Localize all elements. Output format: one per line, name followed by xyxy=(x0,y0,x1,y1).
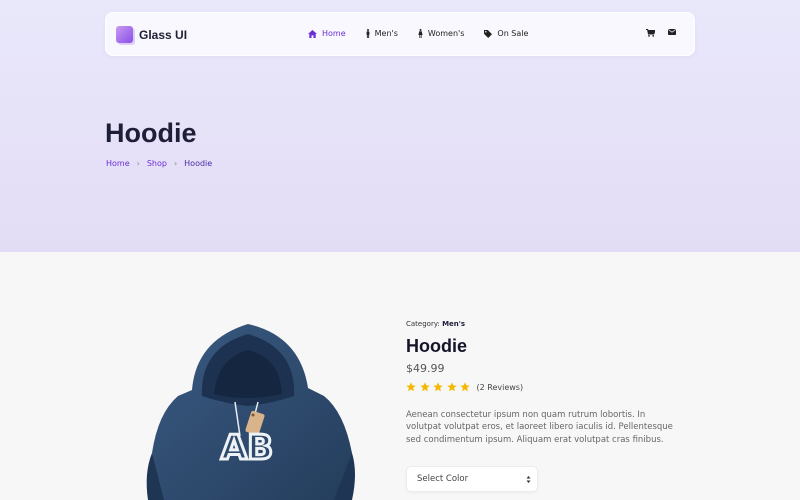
nav-label-home: Home xyxy=(322,29,346,38)
logo[interactable]: Glass UI xyxy=(116,26,187,43)
breadcrumb-current: Hoodie xyxy=(184,159,213,168)
hoodie-image: AB xyxy=(146,324,355,500)
nav-menu: Home Men's Women's On Sale xyxy=(308,29,548,38)
sort-arrows-icon xyxy=(526,475,531,487)
logo-cube-icon xyxy=(116,26,133,43)
product-title: Hoodie xyxy=(406,336,467,356)
breadcrumb-separator: › xyxy=(173,159,178,168)
tag-icon xyxy=(484,29,493,38)
star-icon xyxy=(460,382,470,392)
page-title: Hoodie xyxy=(105,118,197,148)
product-description: Aenean consectetur ipsum non quam rutrum… xyxy=(406,410,673,445)
product-price: $49.99 xyxy=(406,362,445,375)
star-icon xyxy=(433,382,443,392)
product-category: Category: Men's xyxy=(406,320,696,328)
breadcrumb-separator: › xyxy=(136,159,140,168)
reviews-link[interactable]: (2 Reviews) xyxy=(477,383,524,392)
envelope-icon[interactable] xyxy=(668,29,676,37)
category-link[interactable]: Men's xyxy=(442,320,465,328)
star-icon xyxy=(406,382,416,392)
nav-item-mens[interactable]: Men's xyxy=(366,29,398,38)
home-icon xyxy=(308,29,317,38)
star-icon xyxy=(446,382,457,392)
cart-icon[interactable] xyxy=(646,29,655,37)
breadcrumb: Home › Shop › Hoodie xyxy=(106,159,212,168)
nav-item-on-sale[interactable]: On Sale xyxy=(484,29,528,38)
breadcrumb-shop[interactable]: Shop xyxy=(147,159,167,168)
nav-label-mens: Men's xyxy=(374,29,398,38)
product-image[interactable]: AB xyxy=(130,318,370,500)
nav-item-womens[interactable]: Women's xyxy=(418,29,465,38)
nav-label-womens: Women's xyxy=(427,29,465,38)
nav-item-home[interactable]: Home xyxy=(308,29,346,38)
breadcrumb-home[interactable]: Home xyxy=(106,159,130,168)
rating-stars xyxy=(406,382,474,392)
category-label: Category: xyxy=(406,320,443,328)
product-rating: (2 Reviews) xyxy=(406,382,696,392)
navbar: Glass UI Home Men's Women's On Sale xyxy=(105,12,695,56)
man-icon xyxy=(366,29,370,38)
woman-icon xyxy=(418,29,423,38)
select-color-dropdown[interactable]: Select Color xyxy=(406,466,538,492)
select-color-value: Select Color xyxy=(417,474,469,484)
hoodie-logo: AB xyxy=(221,428,273,468)
nav-icons xyxy=(633,29,676,37)
product-info: Category: Men's Hoodie $49.99 (2 Reviews… xyxy=(406,320,696,446)
nav-label-on-sale: On Sale xyxy=(497,29,529,38)
logo-text: Glass UI xyxy=(139,27,188,42)
star-icon xyxy=(419,382,430,392)
